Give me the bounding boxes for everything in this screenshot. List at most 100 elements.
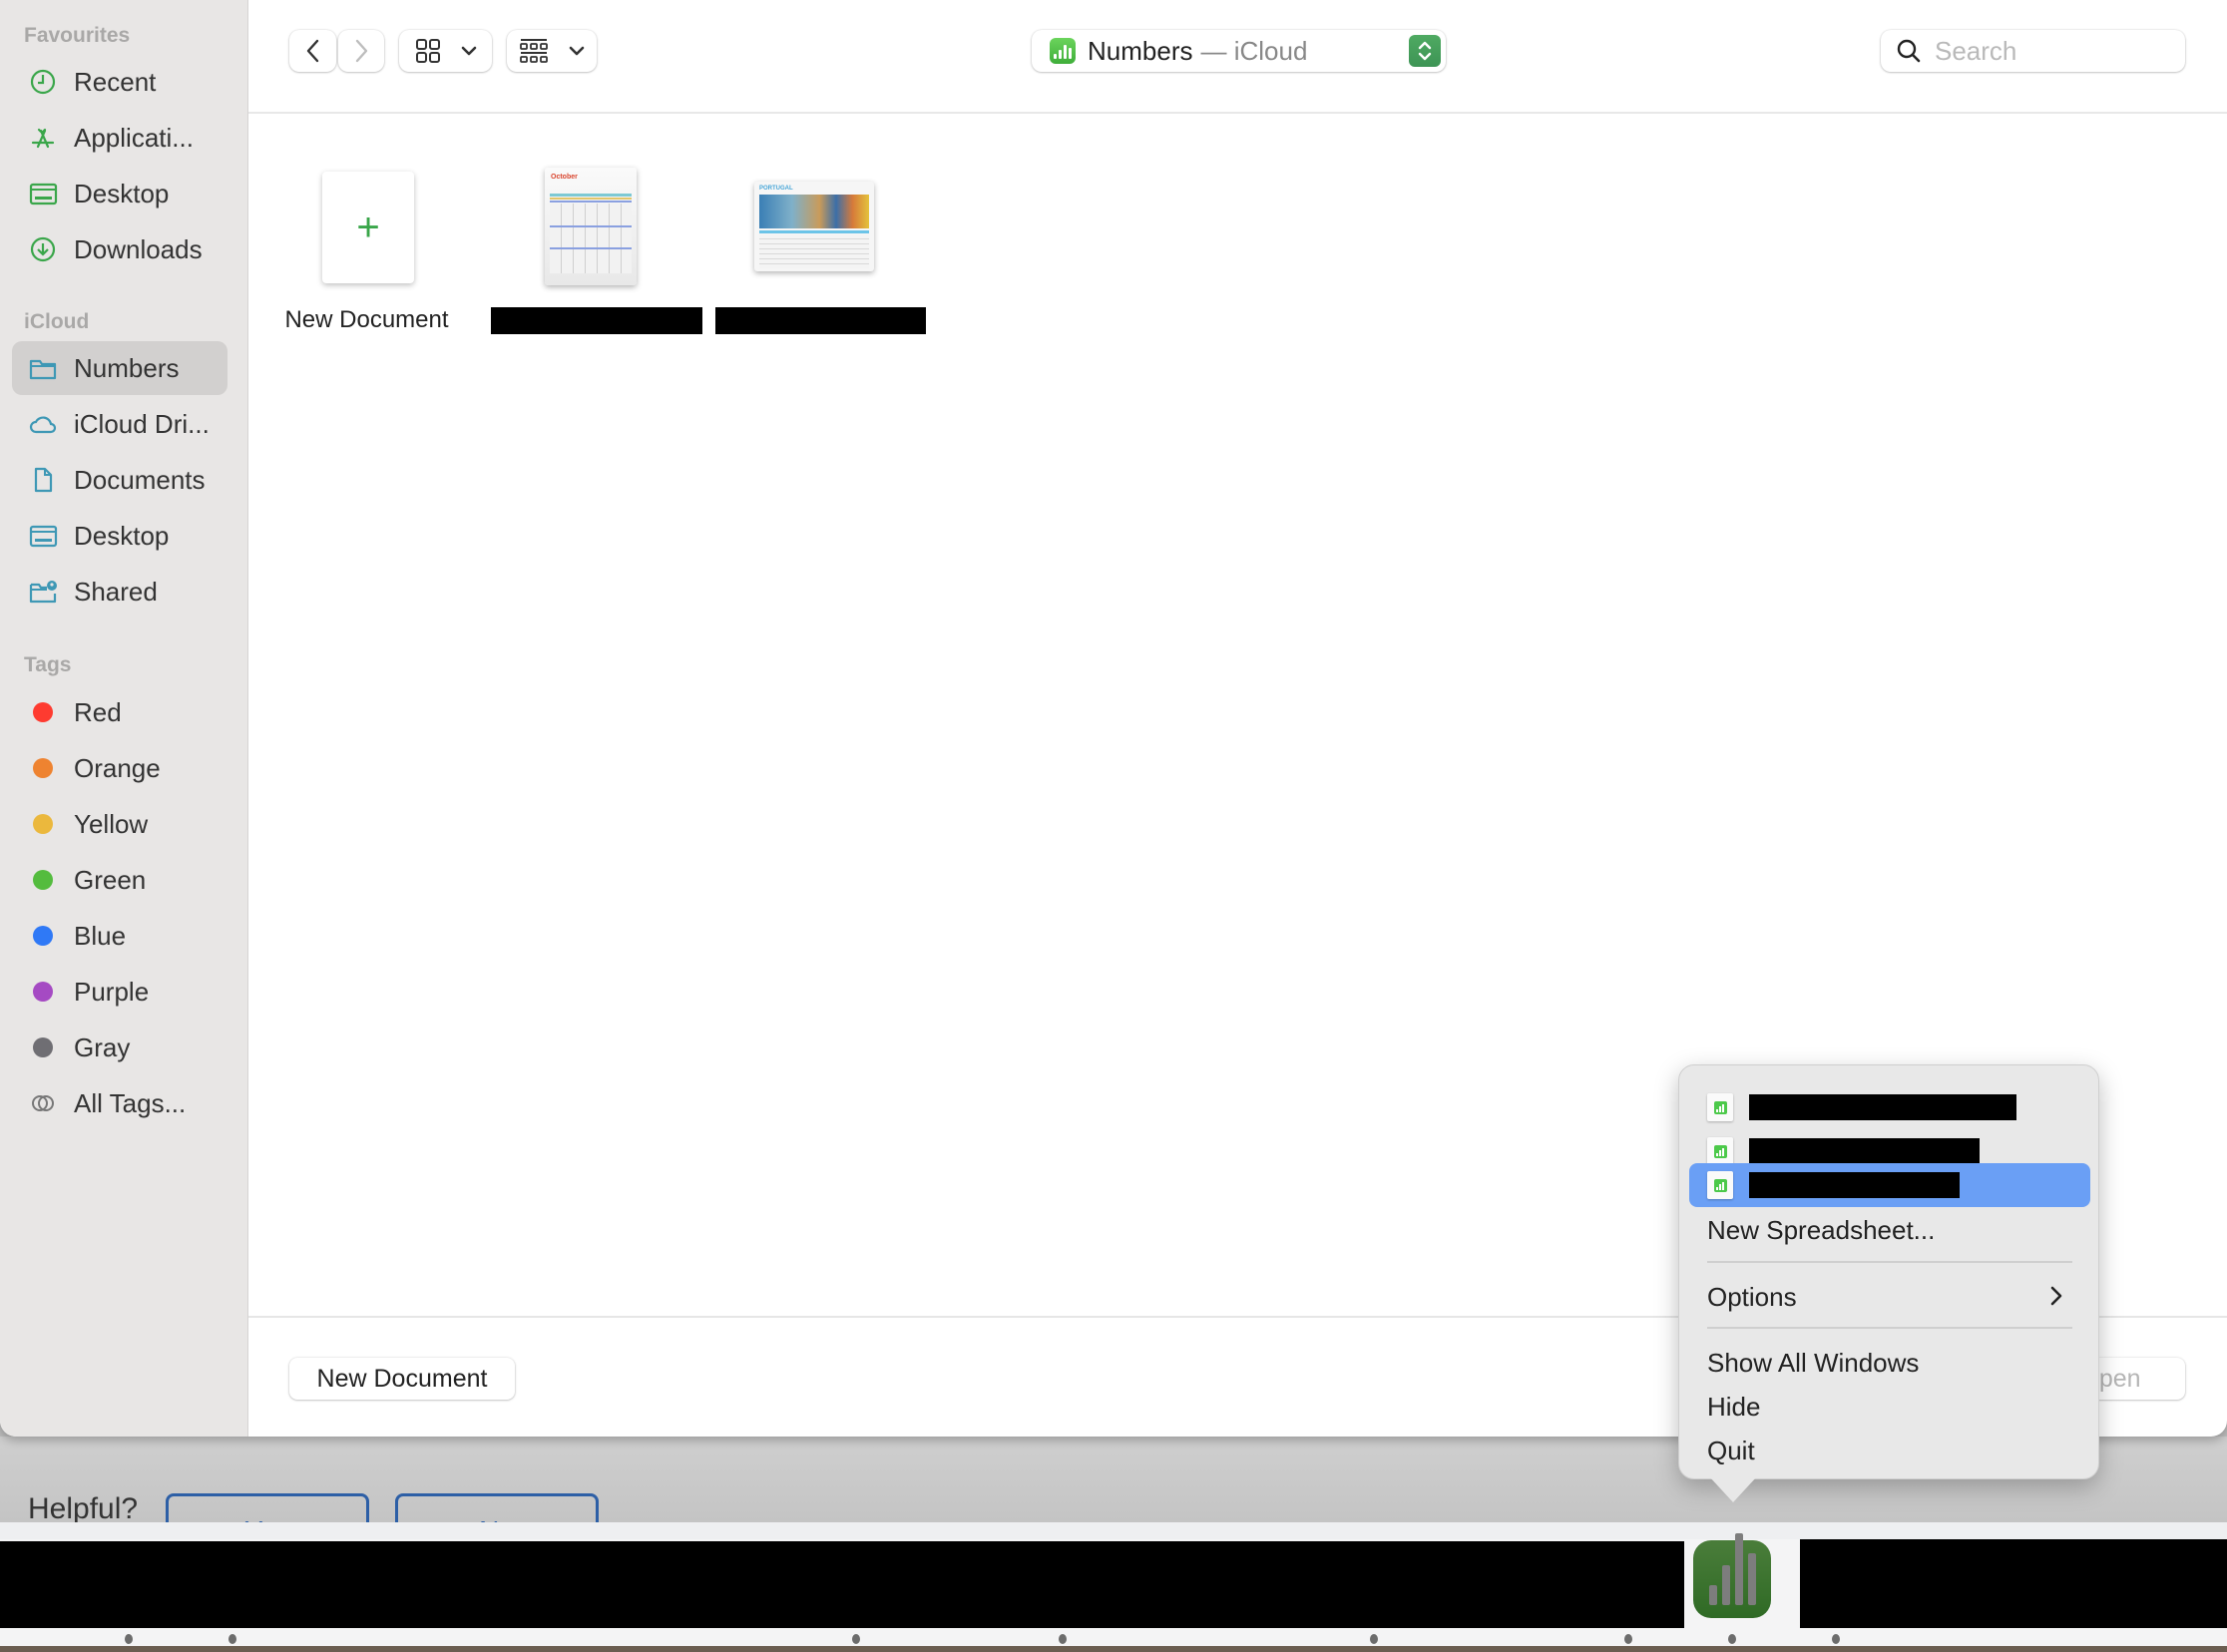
sidebar-tag-red[interactable]: Red [12, 685, 227, 739]
desktop-wallpaper-edge [0, 1646, 2227, 1652]
numbers-document-icon [1707, 1093, 1733, 1121]
desktop-icon [28, 521, 58, 551]
thumbnail-grid [550, 204, 632, 273]
document-thumbnail-calendar[interactable]: October [545, 168, 637, 285]
purple-tag-dot-icon [33, 982, 53, 1002]
thumbnail-decoration [550, 194, 632, 197]
new-document-tile[interactable]: + [322, 172, 414, 283]
sidebar-item-desktop[interactable]: Desktop [12, 167, 227, 220]
sidebar-tag-orange[interactable]: Orange [12, 741, 227, 795]
running-indicator [1370, 1634, 1378, 1644]
menu-quit[interactable]: Quit [1689, 1429, 2090, 1472]
thumbnail-table [759, 234, 869, 268]
sidebar-item-downloads[interactable]: Downloads [12, 222, 227, 276]
running-indicator [1059, 1634, 1067, 1644]
running-indicator [1832, 1634, 1840, 1644]
redacted-document-name [1749, 1138, 1980, 1164]
menu-options[interactable]: Options [1689, 1275, 2090, 1319]
applications-icon [28, 123, 58, 153]
redacted-document-name [1749, 1094, 2016, 1120]
yellow-tag-dot-icon [33, 814, 53, 834]
sidebar-item-label: Documents [74, 464, 206, 495]
chevron-down-icon [461, 46, 476, 56]
grid-view-icon [415, 39, 440, 63]
sidebar-item-numbers[interactable]: Numbers [12, 341, 227, 395]
back-button[interactable] [289, 30, 336, 72]
blue-tag-dot-icon [33, 926, 53, 946]
all-tags-icon [28, 1088, 58, 1118]
forward-button[interactable] [338, 30, 384, 72]
menu-recent-document-selected[interactable] [1689, 1163, 2090, 1207]
new-document-button[interactable]: New Document [289, 1358, 515, 1400]
location-popup[interactable]: Numbers — iCloud [1032, 30, 1446, 72]
orange-tag-dot-icon [33, 758, 53, 778]
sidebar-item-label: Shared [74, 576, 158, 607]
sidebar-all-tags[interactable]: All Tags... [12, 1076, 227, 1130]
numbers-document-icon [1707, 1137, 1733, 1165]
view-mode-button[interactable] [399, 30, 492, 72]
search-input[interactable] [1935, 35, 2164, 67]
sidebar-item-icloud-drive[interactable]: iCloud Dri... [12, 397, 227, 451]
numbers-dock-icon[interactable] [1693, 1533, 1771, 1618]
menu-show-all-windows[interactable]: Show All Windows [1689, 1341, 2090, 1385]
sidebar-tag-green[interactable]: Green [12, 853, 227, 907]
thumbnail-decoration [550, 198, 632, 200]
sidebar-item-documents[interactable]: Documents [12, 453, 227, 507]
download-icon [28, 234, 58, 264]
sidebar-item-icloud-desktop[interactable]: Desktop [12, 509, 227, 563]
sidebar-item-label: Downloads [74, 233, 203, 264]
sidebar-tag-yellow[interactable]: Yellow [12, 797, 227, 851]
sidebar-item-label: Recent [74, 66, 157, 97]
sidebar-tag-gray[interactable]: Gray [12, 1021, 227, 1074]
sidebar-item-applications[interactable]: Applicati... [12, 111, 227, 165]
menu-hide[interactable]: Hide [1689, 1385, 2090, 1429]
numbers-app-icon [1050, 38, 1076, 64]
desktop-icon [28, 179, 58, 208]
sidebar-item-label: iCloud Dri... [74, 408, 210, 439]
clock-icon [28, 67, 58, 97]
sidebar-tag-blue[interactable]: Blue [12, 909, 227, 963]
group-by-button[interactable] [507, 30, 597, 72]
sidebar-item-label: Applicati... [74, 122, 194, 153]
sidebar-item-shared[interactable]: Shared [12, 565, 227, 619]
sidebar-item-label: Numbers [74, 352, 180, 383]
sidebar-item-label: Gray [74, 1032, 131, 1062]
gray-tag-dot-icon [33, 1037, 53, 1057]
menu-pointer-arrow [1709, 1476, 1757, 1502]
sidebar-section-tags: Tags [24, 653, 72, 676]
location-suffix: — iCloud [1200, 35, 1308, 66]
chevron-left-icon [306, 39, 318, 63]
redacted-dock-apps [1800, 1539, 2227, 1628]
sidebar-section-icloud: iCloud [24, 310, 90, 333]
thumbnail-decoration [759, 230, 869, 233]
thumbnail-photo [759, 195, 869, 228]
sidebar-item-label: Desktop [74, 520, 170, 551]
sidebar-section-favourites: Favourites [24, 24, 131, 47]
chevron-right-icon [355, 39, 368, 63]
running-indicator [228, 1634, 236, 1644]
plus-icon: + [356, 205, 380, 249]
numbers-document-icon [1707, 1171, 1733, 1199]
redacted-filename [491, 307, 702, 334]
shared-folder-icon [28, 577, 58, 607]
red-tag-dot-icon [33, 702, 53, 722]
sidebar-item-label: Blue [74, 920, 127, 951]
menu-separator [1707, 1327, 2072, 1329]
thumbnail-decoration [550, 225, 632, 227]
sidebar-item-label: All Tags... [74, 1087, 187, 1118]
menu-separator [1707, 1261, 2072, 1263]
sidebar-item-recent[interactable]: Recent [12, 55, 227, 109]
folder-icon [28, 353, 58, 383]
document-thumbnail-itinerary[interactable]: PORTUGAL [754, 182, 874, 271]
redacted-dock-apps [0, 1541, 1684, 1628]
group-icon [520, 39, 548, 63]
menu-recent-document[interactable] [1689, 1085, 2090, 1129]
redacted-document-name [1749, 1172, 1960, 1198]
dock-context-menu: New Spreadsheet... Options Show All Wind… [1678, 1064, 2099, 1479]
sidebar-tag-purple[interactable]: Purple [12, 965, 227, 1019]
menu-new-spreadsheet[interactable]: New Spreadsheet... [1689, 1208, 2090, 1252]
search-field[interactable] [1881, 30, 2185, 72]
menu-options-label: Options [1707, 1281, 1797, 1312]
document-icon [28, 465, 58, 495]
thumbnail-decoration [550, 201, 632, 203]
